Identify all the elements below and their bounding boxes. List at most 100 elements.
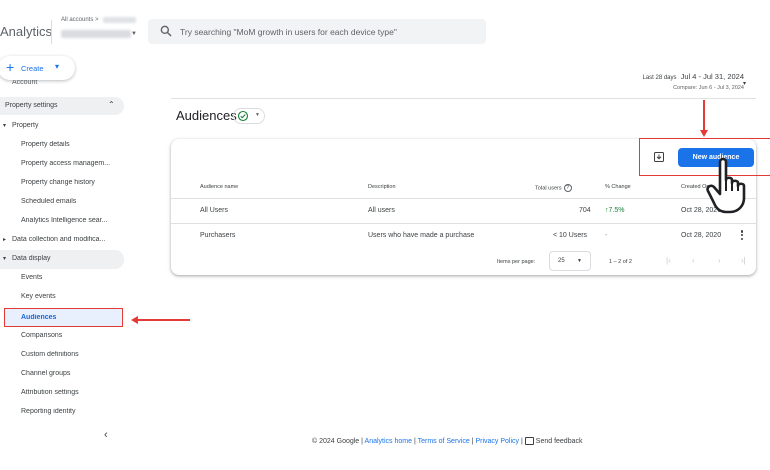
sidebar-item-channel-groups[interactable]: Channel groups	[0, 365, 124, 384]
sidebar-item-property-change-history[interactable]: Property change history	[0, 174, 124, 193]
percent-change-value: 7.5%	[608, 207, 625, 214]
chevron-left-icon[interactable]: ‹	[104, 429, 108, 441]
footer-separator: |	[521, 437, 523, 445]
footer: © 2024 Google | Analytics home | Terms o…	[312, 437, 582, 445]
check-circle-icon	[237, 110, 249, 122]
items-per-page-value: 25	[558, 258, 565, 264]
brand-title[interactable]: Analytics	[0, 24, 52, 39]
percent-change: ↑7.5%	[605, 207, 624, 214]
annotation-arrow-line	[703, 100, 705, 133]
account-breadcrumb[interactable]: All accounts >	[61, 17, 99, 23]
more-vert-icon[interactable]	[740, 230, 744, 241]
section-property-settings[interactable]: Property settings ⌃	[0, 97, 124, 115]
create-button[interactable]: + Create ▾	[0, 56, 75, 80]
sidebar-item-label: Property access managem...	[21, 160, 111, 167]
previous-page-icon[interactable]: ‹	[692, 256, 695, 265]
items-per-page-select[interactable]: 25 ▼	[549, 251, 591, 271]
sidebar-group-data-collection[interactable]: ▸ Data collection and modifica...	[0, 231, 124, 250]
sidebar-group-property[interactable]: ▾ Property	[0, 117, 124, 136]
column-header-label: Total users	[535, 185, 562, 192]
sidebar-item-reporting-identity[interactable]: Reporting identity	[0, 403, 124, 422]
caret-down-icon: ▼	[255, 112, 260, 118]
sidebar-item-label: Data collection and modifica...	[12, 236, 106, 243]
sidebar-item-comparisons[interactable]: Comparisons	[0, 327, 124, 346]
items-per-page-label: Items per page:	[497, 259, 536, 265]
blurred-property-name[interactable]	[61, 30, 131, 38]
sidebar-item-label: Property change history	[21, 179, 95, 186]
created-date: Oct 28, 2020	[681, 232, 722, 239]
sidebar: Account + Create ▾ Property settings ⌃ ▾…	[0, 50, 130, 470]
footer-copyright: © 2024 Google |	[312, 437, 363, 445]
sidebar-item-label: Events	[21, 274, 43, 281]
search-placeholder: Try searching "MoM growth in users for e…	[180, 27, 397, 37]
status-chip[interactable]: ▼	[233, 108, 265, 124]
footer-terms-link[interactable]: Terms of Service	[418, 438, 470, 445]
table-row[interactable]: All Users All users 704 ↑7.5% Oct 28, 20…	[171, 198, 756, 222]
sidebar-item-events[interactable]: Events	[0, 269, 124, 288]
column-header-change[interactable]: % Change	[605, 184, 631, 190]
total-users: < 10 Users	[553, 232, 588, 239]
caret-down-icon: ▾	[3, 256, 7, 262]
caret-down-icon: ▾	[55, 62, 60, 71]
sidebar-item-label: Property details	[21, 141, 70, 148]
search-icon	[160, 25, 172, 37]
column-header-name[interactable]: Audience name	[200, 184, 238, 190]
sidebar-item-property-details[interactable]: Property details	[0, 136, 124, 155]
help-icon[interactable]: ?	[563, 184, 572, 192]
annotation-arrow-head	[700, 130, 708, 137]
audience-description: Users who have made a purchase	[368, 232, 475, 239]
date-days-label: Last 28 days	[642, 75, 677, 81]
sidebar-item-label: Channel groups	[21, 370, 71, 377]
sidebar-item-property-access[interactable]: Property access managem...	[0, 155, 124, 174]
caret-right-icon: ▸	[3, 237, 7, 243]
chevron-up-icon: ⌃	[108, 100, 115, 109]
plus-icon: +	[6, 59, 15, 75]
hand-pointer-icon	[706, 157, 746, 214]
sidebar-group-data-display[interactable]: ▾ Data display	[0, 250, 124, 269]
sidebar-item-label: Comparisons	[21, 332, 63, 339]
sidebar-item-attribution-settings[interactable]: Attribution settings	[0, 384, 124, 403]
date-range-value: Jul 4 - Jul 31, 2024	[680, 72, 744, 81]
sidebar-item-account[interactable]: Account	[12, 79, 37, 86]
footer-separator: |	[413, 437, 416, 445]
audience-name[interactable]: All Users	[200, 207, 228, 214]
page-title: Audiences	[176, 108, 237, 123]
first-page-icon[interactable]: |‹	[666, 256, 671, 265]
date-range-selector[interactable]: Last 28 days Jul 4 - Jul 31, 2024 Compar…	[643, 72, 745, 91]
total-users: 704	[579, 207, 591, 214]
table-row[interactable]: Purchasers Users who have made a purchas…	[171, 223, 756, 247]
sidebar-item-label: Audiences	[21, 314, 57, 321]
footer-separator: |	[471, 437, 474, 445]
annotation-arrow-line	[134, 319, 190, 321]
blurred-account-name	[103, 17, 136, 23]
caret-down-icon: ▾	[3, 123, 7, 129]
last-page-icon[interactable]: ›|	[741, 256, 746, 265]
footer-privacy-link[interactable]: Privacy Policy	[475, 438, 519, 445]
column-header-total-users[interactable]: Total users?	[535, 184, 572, 192]
footer-analytics-home-link[interactable]: Analytics home	[365, 438, 412, 445]
create-label: Create	[21, 64, 44, 73]
audience-name[interactable]: Purchasers	[200, 232, 235, 239]
percent-change: -	[605, 232, 608, 239]
caret-down-icon[interactable]: ▾	[743, 80, 746, 87]
feedback-icon[interactable]	[524, 437, 534, 445]
sidebar-item-label: Reporting identity	[21, 408, 76, 415]
sidebar-item-custom-definitions[interactable]: Custom definitions	[0, 346, 124, 365]
divider	[171, 98, 756, 99]
sidebar-item-audiences[interactable]: Audiences	[4, 308, 123, 327]
sidebar-item-label: Scheduled emails	[21, 198, 77, 205]
sidebar-item-label: Data display	[12, 255, 51, 262]
sidebar-item-label: Custom definitions	[21, 351, 79, 358]
pager-range: 1 – 2 of 2	[609, 259, 632, 265]
account-caret-icon[interactable]: ▼	[131, 31, 137, 37]
search-bar[interactable]: Try searching "MoM growth in users for e…	[148, 19, 486, 44]
sidebar-item-scheduled-emails[interactable]: Scheduled emails	[0, 193, 124, 212]
date-compare: Compare: Jun 6 - Jul 3, 2024	[673, 85, 744, 91]
column-header-description[interactable]: Description	[368, 184, 396, 190]
next-page-icon[interactable]: ›	[718, 256, 721, 265]
sidebar-item-label: Analytics Intelligence sear...	[21, 217, 108, 224]
sidebar-item-analytics-intelligence[interactable]: Analytics Intelligence sear...	[0, 212, 124, 231]
footer-send-feedback[interactable]: Send feedback	[536, 438, 583, 445]
sidebar-item-label: Property	[12, 122, 39, 129]
sidebar-item-key-events[interactable]: Key events	[0, 288, 124, 307]
